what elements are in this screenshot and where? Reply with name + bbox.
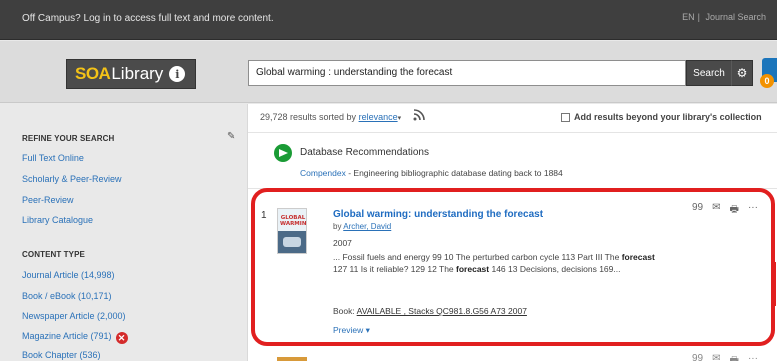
result-title-link[interactable]: Global warming: understanding the foreca… [333, 209, 543, 220]
results-summary: 29,728 results sorted by relevance▾ [260, 112, 401, 122]
folder-count-badge: 0 [760, 74, 774, 88]
search-button[interactable]: Search [686, 60, 732, 86]
content-type-journal-article[interactable]: Journal Article (14,998) [22, 270, 115, 280]
library-logo[interactable]: SOA Library i [66, 59, 196, 89]
database-description: - Engineering bibliographic database dat… [348, 168, 563, 178]
top-bar: Off Campus? Log in to access full text a… [0, 0, 777, 40]
next-result-cover [277, 357, 307, 361]
preview-label: Preview [333, 325, 364, 335]
cite-icon[interactable]: 99 [692, 202, 703, 219]
result-actions: 99 ✉ 🖶 ··· [692, 202, 758, 219]
print-icon[interactable]: 🖶 [730, 202, 739, 219]
result-author: by Archer, David [333, 222, 391, 231]
cover-image [278, 231, 306, 253]
result-availability: Book: AVAILABLE , Stacks QC981.8.G56 A73… [333, 306, 527, 316]
chevron-down-icon: ▾ [365, 325, 370, 335]
highlight-mark [773, 262, 776, 306]
arrow-right-icon [274, 144, 292, 162]
logo-library: Library [111, 64, 164, 83]
print-icon[interactable]: 🖶 [730, 353, 739, 361]
sort-caret-icon[interactable]: ▾ [398, 115, 402, 122]
language-link[interactable]: EN [679, 12, 698, 22]
content-type-heading: CONTENT TYPE [22, 250, 85, 259]
availability-prefix: Book: [333, 306, 355, 316]
divider [248, 188, 777, 189]
filter-full-text-online[interactable]: Full Text Online [22, 153, 84, 163]
edit-pencil-icon[interactable]: ✎ [227, 131, 235, 142]
add-beyond-checkbox[interactable] [561, 112, 570, 122]
refine-heading: REFINE YOUR SEARCH [22, 134, 115, 143]
add-beyond-collection-toggle[interactable]: Add results beyond your library's collec… [561, 112, 762, 122]
add-beyond-label: Add results beyond your library's collec… [574, 112, 762, 122]
sort-dropdown[interactable]: relevance [359, 112, 398, 122]
snippet-highlight: forecast [456, 264, 490, 274]
search-input[interactable]: Global warming : understanding the forec… [248, 60, 686, 86]
magazine-article-label: Magazine Article (791) [22, 331, 112, 341]
filter-peer-review[interactable]: Peer-Review [22, 195, 74, 205]
top-right-links: EN | Journal Search [679, 12, 769, 22]
rss-icon[interactable] [412, 108, 426, 122]
snippet-part: 127 11 Is it reliable? 129 12 The [333, 264, 457, 274]
gear-icon[interactable]: ⚙ [731, 60, 753, 86]
cite-icon[interactable]: 99 [692, 353, 703, 361]
info-icon[interactable]: i [169, 66, 186, 82]
availability-link[interactable]: AVAILABLE , Stacks QC981.8.G56 A73 2007 [357, 306, 527, 316]
email-icon[interactable]: ✉ [712, 353, 720, 361]
remove-filter-icon[interactable]: ✕ [115, 332, 128, 344]
book-cover-thumbnail[interactable]: GLOBAL WARMING [277, 208, 307, 254]
content-type-newspaper-article[interactable]: Newspaper Article (2,000) [22, 311, 126, 321]
email-icon[interactable]: ✉ [712, 202, 720, 219]
database-link[interactable]: Compendex [300, 168, 346, 178]
results-count: 29,728 results sorted by [260, 112, 357, 122]
snippet-part: ... Fossil fuels and energy 99 10 The pe… [333, 252, 622, 262]
sidebar: REFINE YOUR SEARCH ✎ Full Text Online Sc… [0, 104, 243, 361]
preview-toggle[interactable]: Preview ▾ [333, 325, 370, 336]
more-options-icon[interactable]: ··· [748, 353, 758, 361]
journal-search-link[interactable]: Journal Search [702, 12, 769, 22]
filter-library-catalogue[interactable]: Library Catalogue [22, 215, 93, 225]
divider [248, 132, 777, 133]
snippet-highlight: forecast [621, 252, 655, 262]
database-recommendations-title: Database Recommendations [300, 147, 429, 158]
filter-scholarly-peer-review[interactable]: Scholarly & Peer-Review [22, 174, 122, 184]
snippet-part: 146 13 Decisions, decisions 169... [489, 264, 621, 274]
author-prefix: by [333, 222, 342, 231]
result-snippet: ... Fossil fuels and energy 99 10 The pe… [333, 251, 658, 275]
result-number: 1 [261, 210, 267, 221]
cover-title-text: GLOBAL WARMING [280, 215, 307, 227]
next-result-actions: 99 ✉ 🖶 ··· [692, 353, 758, 361]
content-type-book-chapter[interactable]: Book Chapter (536) [22, 350, 101, 360]
database-recommendation: Compendex - Engineering bibliographic da… [300, 168, 563, 178]
result-item: 1 GLOBAL WARMING Global warming: underst… [248, 190, 777, 361]
author-link[interactable]: Archer, David [343, 222, 391, 231]
result-year: 2007 [333, 238, 352, 248]
off-campus-message[interactable]: Off Campus? Log in to access full text a… [22, 13, 274, 24]
results-panel: 29,728 results sorted by relevance▾ Add … [247, 104, 777, 361]
saved-items-folder-icon[interactable]: 0 [760, 58, 777, 88]
logo-soa: SOA [75, 64, 111, 83]
content-type-book-ebook[interactable]: Book / eBook (10,171) [22, 291, 112, 301]
content-type-magazine-article[interactable]: Magazine Article (791) ✕ [22, 331, 128, 344]
more-options-icon[interactable]: ··· [748, 202, 758, 219]
